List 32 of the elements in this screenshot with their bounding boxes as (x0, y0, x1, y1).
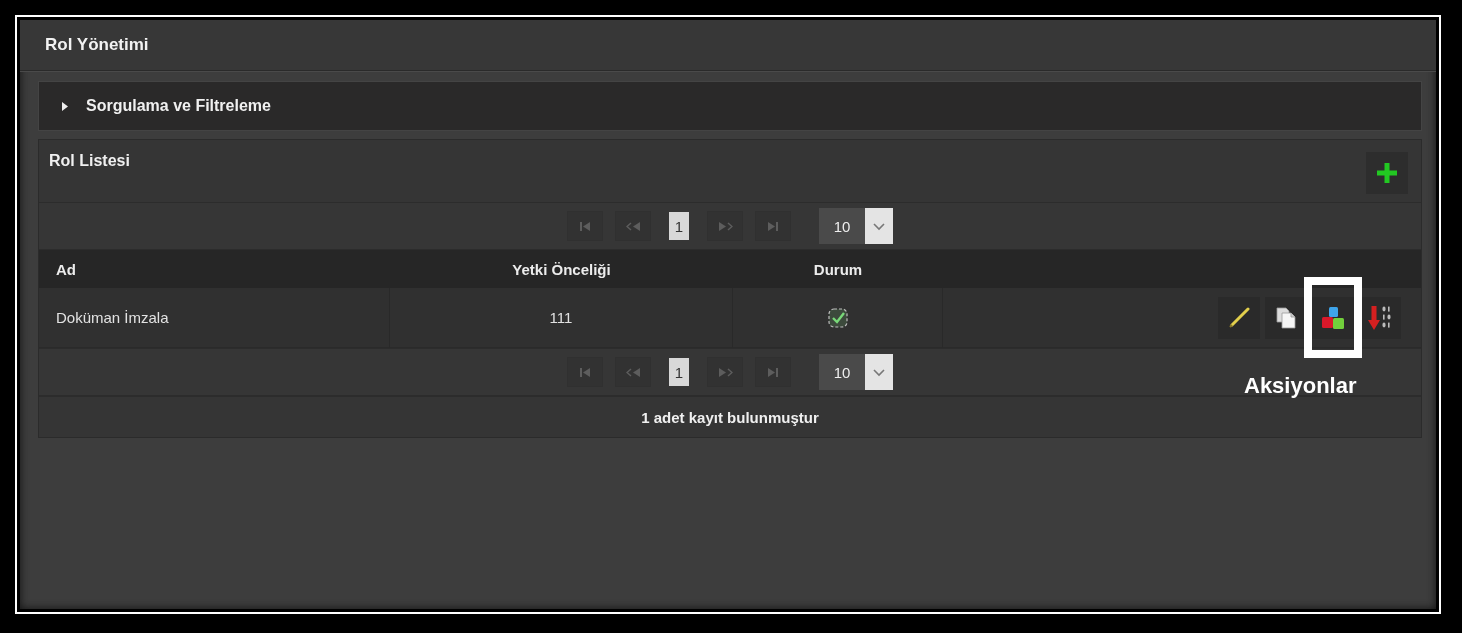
rewind-icon (625, 367, 641, 377)
callout-label: Aksiyonlar (1244, 372, 1357, 399)
page-size-select[interactable]: 10 (819, 354, 893, 390)
page-button[interactable]: 1 (669, 358, 689, 386)
panel-title: Rol Yönetimi (45, 35, 149, 55)
plus-icon (1377, 163, 1397, 183)
copy-button[interactable] (1265, 296, 1307, 339)
skip-start-icon (580, 221, 590, 231)
column-header: Yetki Önceliği (512, 260, 611, 278)
skip-start-icon (580, 367, 590, 377)
page-size-select[interactable]: 10 (819, 208, 893, 244)
skip-end-icon (768, 221, 778, 231)
chevron-down-icon (865, 354, 893, 390)
add-button[interactable] (1366, 152, 1408, 194)
filter-toggle[interactable]: Sorgulama ve Filtreleme (38, 81, 1422, 131)
column-header: Durum (813, 260, 863, 278)
fast-forward-icon (717, 367, 733, 377)
page-button[interactable]: 1 (669, 212, 689, 240)
blocks-button[interactable] (1312, 296, 1354, 339)
blocks-icon (1322, 306, 1344, 329)
record-count: 1 adet kayıt bulunmuştur (641, 408, 819, 426)
rewind-icon (625, 221, 641, 231)
sort-arrow-icon (1368, 304, 1392, 331)
fast-forward-icon (717, 221, 733, 231)
sort-button[interactable] (1359, 296, 1401, 339)
skip-end-icon (768, 367, 778, 377)
edit-button[interactable] (1218, 296, 1260, 339)
list-title: Rol Listesi (49, 152, 130, 170)
copy-icon (1276, 306, 1296, 329)
column-header: Ad (56, 260, 76, 278)
pencil-icon (1228, 306, 1250, 329)
chevron-down-icon (865, 208, 893, 244)
